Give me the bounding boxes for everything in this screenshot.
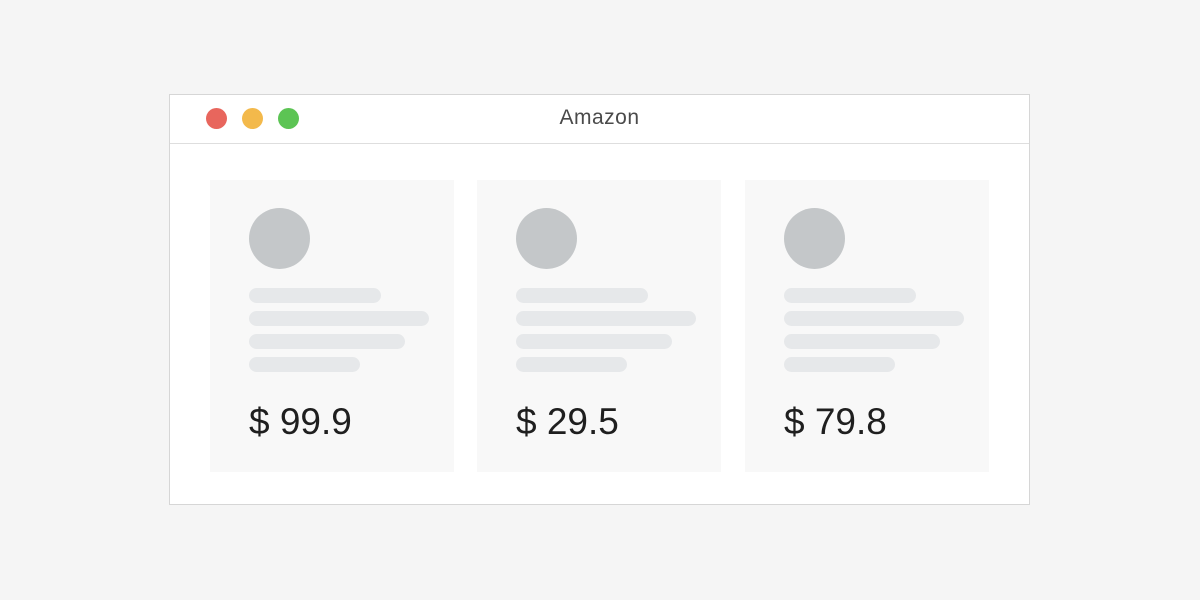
product-price: $ 29.5 bbox=[516, 401, 619, 442]
product-price: $ 79.8 bbox=[784, 401, 887, 442]
text-placeholder-line bbox=[516, 311, 696, 326]
text-placeholder-line bbox=[784, 334, 940, 349]
product-card[interactable]: $ 99.9 bbox=[210, 180, 454, 472]
text-placeholder-line bbox=[249, 311, 429, 326]
text-placeholder-line bbox=[249, 288, 381, 303]
product-image-placeholder bbox=[516, 208, 577, 269]
text-placeholder-line bbox=[784, 311, 964, 326]
product-card[interactable]: $ 29.5 bbox=[477, 180, 721, 472]
text-placeholder-line bbox=[516, 288, 648, 303]
window-title: Amazon bbox=[559, 106, 640, 129]
product-image-placeholder bbox=[784, 208, 845, 269]
text-placeholder-line bbox=[516, 357, 627, 372]
text-placeholder-line bbox=[784, 288, 916, 303]
text-placeholder-line bbox=[249, 357, 360, 372]
text-placeholder-line bbox=[249, 334, 405, 349]
text-placeholder-line bbox=[516, 334, 672, 349]
product-image-placeholder bbox=[249, 208, 310, 269]
product-price: $ 99.9 bbox=[249, 401, 352, 442]
browser-window: Amazon $ 99.9 $ 29.5 $ 79.8 bbox=[169, 94, 1030, 505]
title-bar: Amazon bbox=[170, 95, 1029, 144]
product-card[interactable]: $ 79.8 bbox=[745, 180, 989, 472]
text-placeholder-line bbox=[784, 357, 895, 372]
